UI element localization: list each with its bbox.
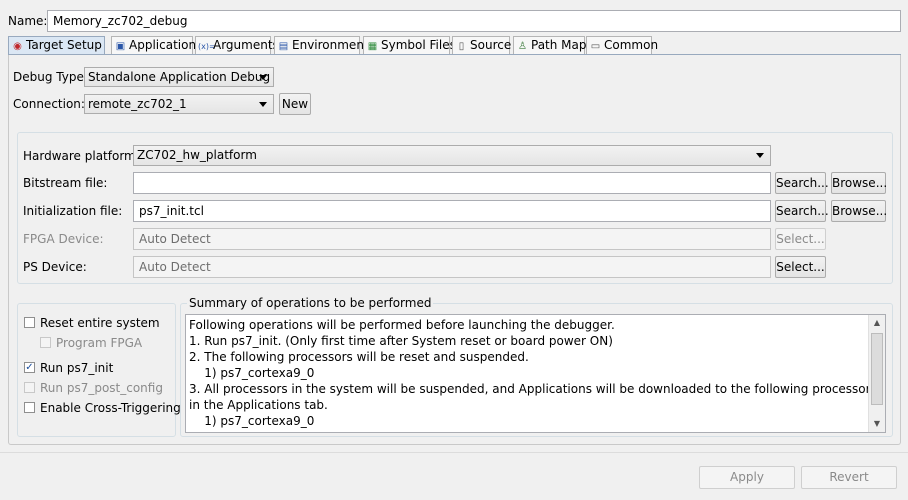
bitstream-search-button[interactable]: Search... xyxy=(775,172,829,194)
fpga-device-select-button: Select... xyxy=(775,228,826,250)
init-file-label: Initialization file: xyxy=(23,204,123,218)
tab-label: Source xyxy=(470,38,512,52)
cross-triggering-label: Enable Cross-Triggering xyxy=(40,401,181,415)
name-input[interactable]: Memory_zc702_debug xyxy=(47,10,901,32)
tab-label: Arguments xyxy=(213,38,279,52)
application-icon: ▣ xyxy=(115,41,126,52)
debug-type-value: Standalone Application Debug xyxy=(88,70,271,84)
tab-label: Path Map xyxy=(531,38,587,52)
target-icon: ◉ xyxy=(13,41,22,52)
tab-label: Common xyxy=(604,38,659,52)
summary-line: 1) ps7_cortexa9_0 xyxy=(189,414,315,428)
tab-application[interactable]: ▣ Application xyxy=(111,36,197,54)
revert-button[interactable]: Revert xyxy=(801,466,897,489)
connection-label: Connection: xyxy=(13,97,85,111)
arguments-icon: (x)= xyxy=(198,42,216,51)
hardware-platform-label: Hardware platform: xyxy=(23,149,140,163)
ps-device-select-button[interactable]: Select... xyxy=(775,256,826,278)
connection-select[interactable]: remote_zc702_1 xyxy=(84,94,274,114)
debug-type-label: Debug Type: xyxy=(13,70,88,84)
run-ps7-post-config-checkbox xyxy=(24,382,35,393)
apply-button[interactable]: Apply xyxy=(699,466,795,489)
summary-scrollbar[interactable]: ▲ ▼ xyxy=(868,315,885,432)
chevron-down-icon xyxy=(259,75,267,80)
debug-type-select[interactable]: Standalone Application Debug xyxy=(84,67,274,87)
program-fpga-checkbox xyxy=(40,337,51,348)
tab-arguments[interactable]: (x)=Arguments xyxy=(195,36,279,54)
connection-value: remote_zc702_1 xyxy=(88,97,187,111)
init-file-browse-button[interactable]: Browse... xyxy=(831,200,887,222)
scrollbar-thumb[interactable] xyxy=(871,333,883,405)
init-file-input[interactable]: ps7_init.tcl xyxy=(133,200,771,222)
name-label: Name: xyxy=(8,14,48,28)
program-fpga-label: Program FPGA xyxy=(56,336,143,350)
footer-divider xyxy=(0,452,908,453)
tab-environment[interactable]: ▤ Environment xyxy=(274,36,369,54)
summary-line: 3. All processors in the system will be … xyxy=(189,382,886,396)
tab-label: Application xyxy=(129,38,197,52)
chevron-down-icon xyxy=(259,102,267,107)
cross-triggering-checkbox[interactable] xyxy=(24,402,35,413)
summary-line: Following operations will be performed b… xyxy=(189,318,615,332)
common-icon: ▭ xyxy=(590,41,601,52)
init-file-search-button[interactable]: Search... xyxy=(775,200,829,222)
summary-line: 1) ps7_cortexa9_0 xyxy=(189,366,315,380)
hardware-platform-select[interactable]: ZC702_hw_platform xyxy=(133,145,771,166)
tab-symbol-files[interactable]: ▦ Symbol Files xyxy=(363,36,456,54)
tab-label: Environment xyxy=(292,38,369,52)
tab-common[interactable]: ▭ Common xyxy=(586,36,658,54)
hardware-platform-value: ZC702_hw_platform xyxy=(137,148,257,162)
tab-label: Target Setup xyxy=(26,38,102,52)
new-connection-button[interactable]: New xyxy=(279,93,311,115)
bitstream-browse-button[interactable]: Browse... xyxy=(831,172,887,194)
tab-label: Symbol Files xyxy=(381,38,456,52)
symbol-files-icon: ▦ xyxy=(367,41,378,52)
source-icon: ▯ xyxy=(458,41,465,52)
reset-system-label: Reset entire system xyxy=(40,316,160,330)
summary-title: Summary of operations to be performed xyxy=(187,295,434,311)
environment-icon: ▤ xyxy=(278,41,289,52)
tab-target-setup[interactable]: ◉ Target Setup xyxy=(8,36,105,54)
run-ps7-init-checkbox[interactable]: ✓ xyxy=(24,362,35,373)
scroll-down-icon[interactable]: ▼ xyxy=(869,416,885,432)
tab-path-map[interactable]: ♙ Path Map xyxy=(513,36,587,54)
summary-text-area[interactable]: Following operations will be performed b… xyxy=(185,314,886,433)
bitstream-label: Bitstream file: xyxy=(23,176,108,190)
reset-system-checkbox[interactable] xyxy=(24,317,35,328)
chevron-down-icon xyxy=(756,153,764,158)
summary-line: 1. Run ps7_init. (Only first time after … xyxy=(189,334,613,348)
ps-device-label: PS Device: xyxy=(23,260,87,274)
path-map-icon: ♙ xyxy=(518,41,527,52)
summary-line: 2. The following processors will be rese… xyxy=(189,350,529,364)
run-ps7-init-label: Run ps7_init xyxy=(40,361,114,375)
run-ps7-post-config-label: Run ps7_post_config xyxy=(40,381,163,395)
fpga-device-input: Auto Detect xyxy=(133,228,771,250)
fpga-device-label: FPGA Device: xyxy=(23,232,104,246)
bitstream-input[interactable] xyxy=(133,172,771,194)
summary-line: in the Applications tab. xyxy=(189,398,328,412)
scroll-up-icon[interactable]: ▲ xyxy=(869,315,885,331)
ps-device-input: Auto Detect xyxy=(133,256,771,278)
tab-source[interactable]: ▯ Source xyxy=(452,36,512,54)
